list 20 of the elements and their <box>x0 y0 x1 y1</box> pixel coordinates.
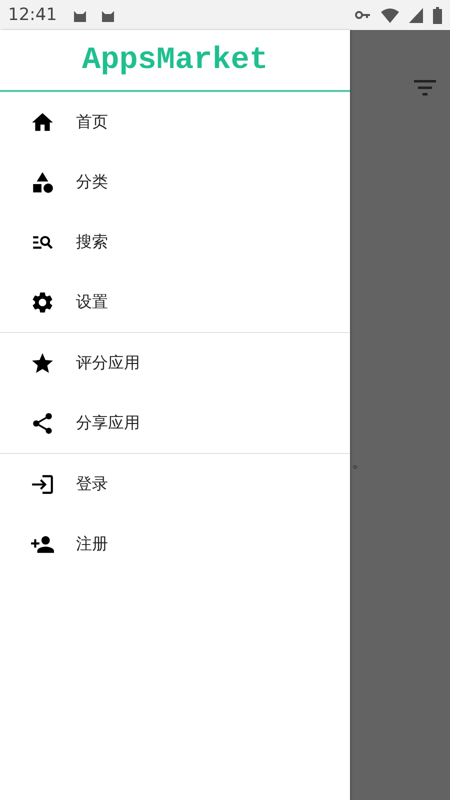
share-icon <box>30 410 55 436</box>
menu-item[interactable]: 注册 <box>0 514 350 574</box>
signal-icon <box>409 8 423 22</box>
status-time: 12:41 <box>8 5 57 25</box>
menu-item[interactable]: 设置 <box>0 272 350 332</box>
menu-item[interactable]: 评分应用 <box>0 333 350 393</box>
menu-item[interactable]: 分享应用 <box>0 393 350 453</box>
menu-item[interactable]: 首页 <box>0 92 350 152</box>
app-title: AppsMarket <box>82 42 268 78</box>
settings-icon <box>30 290 55 314</box>
menu-item[interactable]: 搜索 <box>0 212 350 272</box>
menu-item[interactable]: 登录 <box>0 454 350 514</box>
key-icon <box>355 10 371 20</box>
wifi-icon <box>381 8 399 22</box>
partial-text: 。 <box>352 453 367 471</box>
battery-icon <box>433 6 442 24</box>
menu-item[interactable]: 分类 <box>0 152 350 212</box>
filter-icon[interactable] <box>414 80 436 96</box>
shapes-icon <box>30 170 55 194</box>
star-icon <box>30 350 55 376</box>
